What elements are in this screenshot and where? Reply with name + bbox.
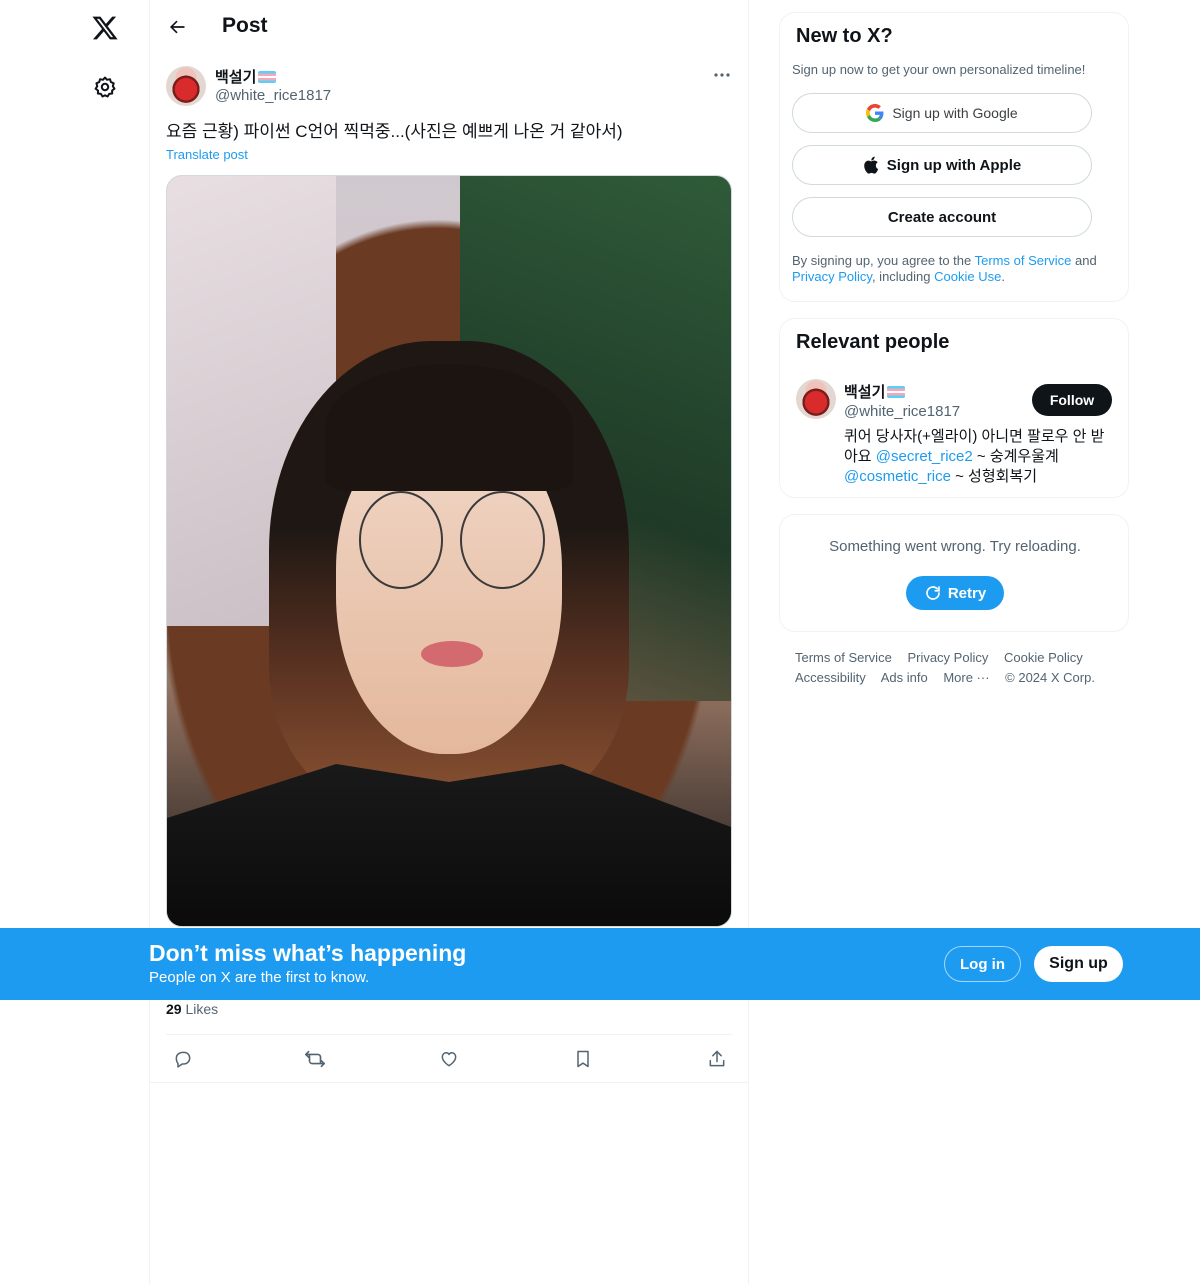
create-account-label: Create account xyxy=(887,208,997,226)
signup-card: New to X? Sign up now to get your own pe… xyxy=(779,12,1129,302)
avatar[interactable] xyxy=(166,66,206,106)
page-title: Post xyxy=(222,14,268,37)
cookie-use-link[interactable]: Cookie Use xyxy=(934,269,1001,284)
like-icon[interactable] xyxy=(432,1040,466,1078)
gear-icon[interactable] xyxy=(83,65,127,109)
author-name-text: 백설기 xyxy=(215,69,257,86)
sign-up-apple-button[interactable]: Sign up with Apple xyxy=(792,145,1092,185)
error-card: Something went wrong. Try reloading. Ret… xyxy=(779,514,1129,632)
likes-label: Likes xyxy=(185,1001,219,1017)
post-photo[interactable] xyxy=(166,175,732,927)
author-handle[interactable]: @white_rice1817 xyxy=(215,87,331,104)
share-icon[interactable] xyxy=(700,1040,734,1078)
footer-more-link[interactable]: More ··· xyxy=(943,670,989,685)
bio-text: ~ 숭계우울계 xyxy=(972,448,1059,465)
footer-terms-link[interactable]: Terms of Service xyxy=(795,650,892,665)
post-header: Post xyxy=(150,0,748,54)
legal-text: By signing up, you agree to the xyxy=(792,253,975,268)
footer-cookie-link[interactable]: Cookie Policy xyxy=(1004,650,1083,665)
footer-copyright: © 2024 X Corp. xyxy=(1005,670,1095,685)
signup-title: New to X? xyxy=(796,25,893,47)
footer-privacy-link[interactable]: Privacy Policy xyxy=(907,650,988,665)
reply-icon[interactable] xyxy=(166,1040,200,1078)
left-navigation xyxy=(0,0,150,1284)
bookmark-icon[interactable] xyxy=(566,1040,600,1078)
photo-glasses-right xyxy=(460,491,545,589)
legal-text: and xyxy=(1071,253,1097,268)
retry-label: Retry xyxy=(947,584,987,602)
terms-of-service-link[interactable]: Terms of Service xyxy=(975,253,1072,268)
google-label: Sign up with Google xyxy=(892,105,1018,121)
error-message: Something went wrong. Try reloading. xyxy=(829,538,1081,555)
refresh-icon xyxy=(926,586,940,600)
mention-link[interactable]: @secret_rice2 xyxy=(876,448,973,465)
repost-icon[interactable] xyxy=(298,1040,332,1078)
x-logo-icon[interactable] xyxy=(83,6,127,50)
privacy-policy-link[interactable]: Privacy Policy xyxy=(792,269,872,284)
legal-text: . xyxy=(1001,269,1005,284)
create-account-button[interactable]: Create account xyxy=(792,197,1092,237)
sign-up-button[interactable]: Sign up xyxy=(1034,946,1123,982)
mention-link[interactable]: @cosmetic_rice xyxy=(844,468,951,485)
author-name[interactable]: 백설기 xyxy=(215,66,277,87)
likes-count[interactable]: 29 Likes xyxy=(166,1001,218,1017)
relevant-people-card: Relevant people 백설기 @white_rice1817 Foll… xyxy=(779,318,1129,498)
follow-button[interactable]: Follow xyxy=(1032,384,1112,416)
footer-ads-info-link[interactable]: Ads info xyxy=(881,670,928,685)
bottom-banner: Don’t miss what’s happening People on X … xyxy=(0,928,1200,1000)
apple-icon xyxy=(864,156,878,174)
sign-up-google-button[interactable]: Sign up with Google xyxy=(792,93,1092,133)
likes-number: 29 xyxy=(166,1001,182,1017)
apple-label: Sign up with Apple xyxy=(886,156,1022,174)
banner-title: Don’t miss what’s happening xyxy=(149,940,467,966)
footer-accessibility-link[interactable]: Accessibility xyxy=(795,670,866,685)
log-in-button[interactable]: Log in xyxy=(944,946,1021,982)
trans-flag-icon xyxy=(258,70,277,83)
post-text: 요즘 근황) 파이썬 C언어 찍먹중...(사진은 예쁘게 나온 거 같아서) xyxy=(166,122,623,141)
retry-button[interactable]: Retry xyxy=(906,576,1004,610)
avatar[interactable] xyxy=(796,379,836,419)
footer-links: Terms of Service Privacy Policy Cookie P… xyxy=(795,648,1125,688)
bio-text: ~ 성형회복기 xyxy=(950,468,1038,485)
divider xyxy=(150,1082,748,1083)
post-actions xyxy=(166,1040,732,1078)
photo-lips xyxy=(420,641,483,668)
relevant-people-title: Relevant people xyxy=(796,331,950,353)
person-bio: 퀴어 당사자(+엘라이) 아니면 팔로우 안 받아요 @secret_rice2… xyxy=(844,427,1114,487)
legal-text: , including xyxy=(871,269,935,284)
signup-subtitle: Sign up now to get your own personalized… xyxy=(792,62,1086,77)
translate-post-link[interactable]: Translate post xyxy=(166,147,248,162)
legal-notice: By signing up, you agree to the Terms of… xyxy=(792,253,1118,285)
person-handle[interactable]: @white_rice1817 xyxy=(844,403,960,420)
photo-bangs xyxy=(324,363,574,491)
google-icon xyxy=(866,104,884,122)
person-name[interactable]: 백설기 xyxy=(844,381,906,402)
photo-glasses-left xyxy=(358,491,444,589)
trans-flag-icon xyxy=(887,385,906,398)
person-name-text: 백설기 xyxy=(844,384,886,401)
banner-subtitle: People on X are the first to know. xyxy=(149,969,370,986)
more-options-icon[interactable] xyxy=(706,64,738,86)
arrow-left-icon[interactable] xyxy=(160,10,194,44)
divider xyxy=(166,1034,732,1035)
